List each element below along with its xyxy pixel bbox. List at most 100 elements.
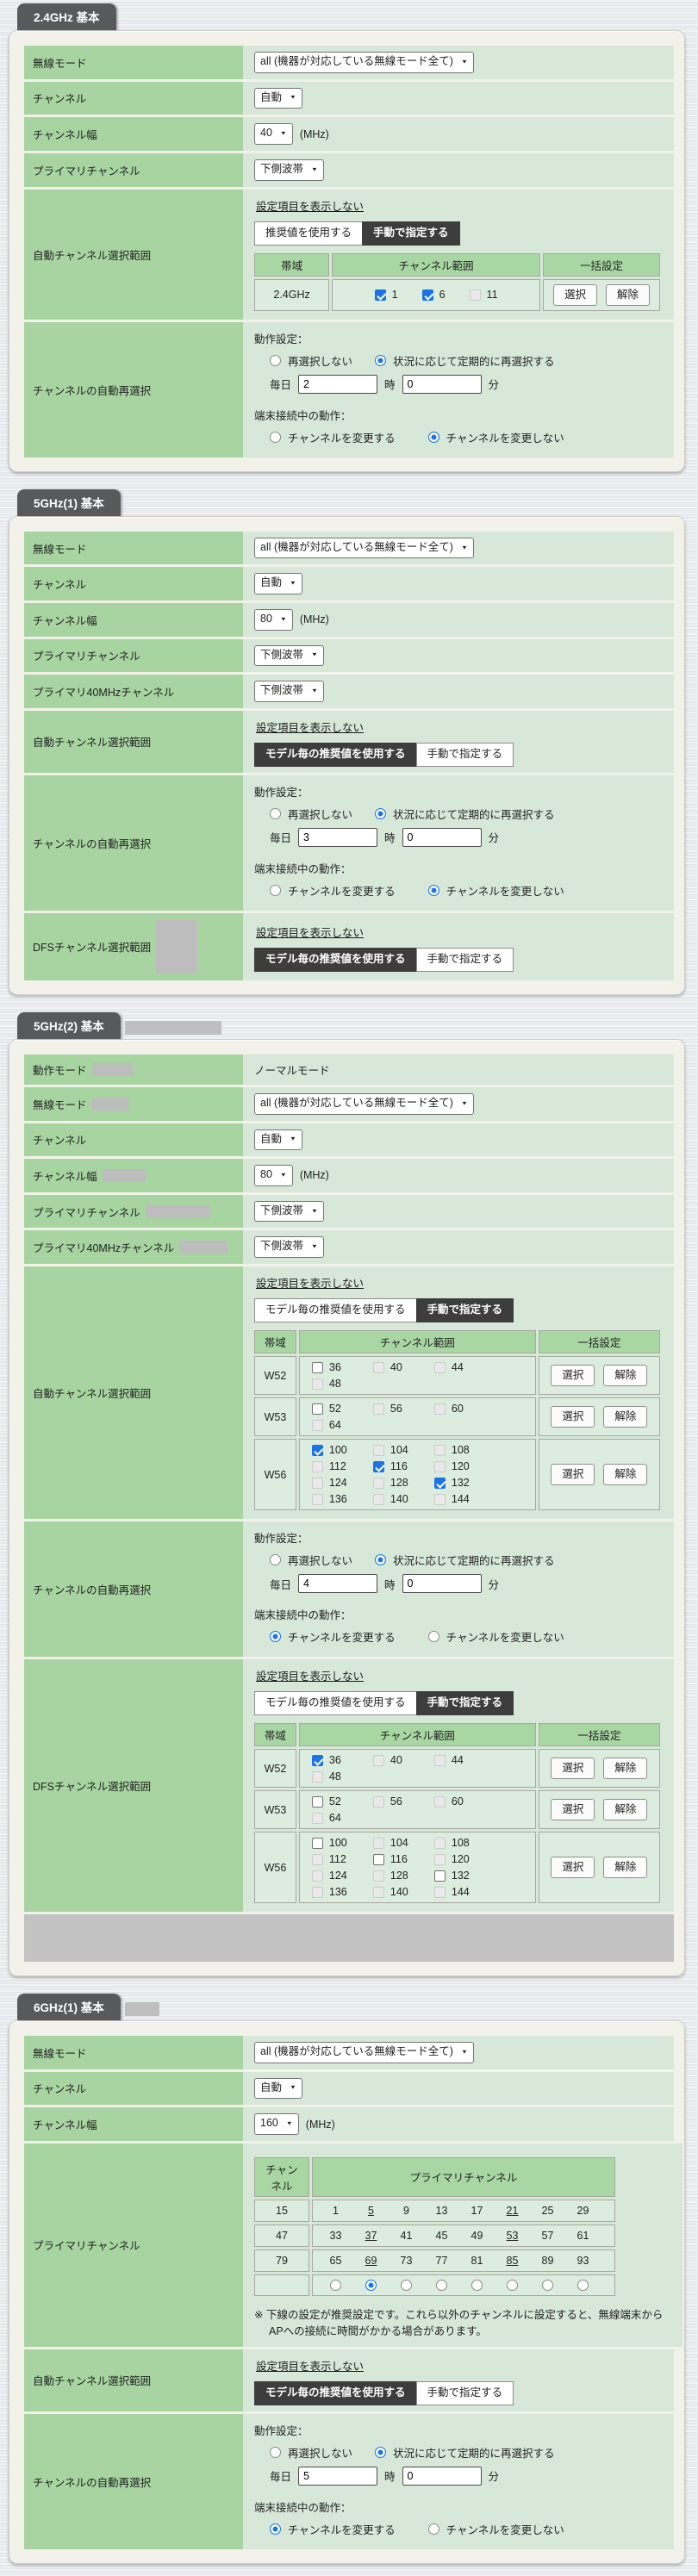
channel-select[interactable]: 自動 ▼	[254, 87, 302, 109]
keep-channel-radio[interactable]	[427, 1631, 439, 1642]
channel-checkbox[interactable]	[372, 1754, 384, 1766]
clear-all-button[interactable]: 解除	[603, 1798, 648, 1821]
periodic-reselect-radio[interactable]	[375, 2446, 387, 2458]
channel-checkbox[interactable]	[372, 1493, 384, 1505]
channel-checkbox[interactable]	[311, 1378, 323, 1390]
channel-checkbox[interactable]	[433, 1493, 446, 1505]
channel-checkbox[interactable]	[311, 1493, 323, 1505]
channel-checkbox[interactable]	[372, 1477, 384, 1489]
primary-channel-select[interactable]: 下側波帯 ▼	[254, 644, 324, 667]
channel-checkbox[interactable]	[311, 1460, 323, 1472]
primary-40mhz-channel-select[interactable]: 下側波帯 ▼	[254, 1236, 324, 1258]
channel-checkbox[interactable]	[433, 1795, 446, 1808]
change-channel-radio[interactable]	[270, 431, 281, 443]
use-recommended-button[interactable]: モデル毎の推奨値を使用する	[254, 2380, 417, 2405]
primary-channel-radio[interactable]	[577, 2279, 589, 2291]
manual-specify-button[interactable]: 手動で指定する	[415, 2380, 514, 2405]
keep-channel-radio[interactable]	[427, 2523, 439, 2535]
channel-checkbox[interactable]	[311, 1770, 323, 1783]
channel-checkbox[interactable]	[433, 1853, 446, 1865]
channel-checkbox[interactable]	[372, 1403, 384, 1415]
channel-checkbox[interactable]	[433, 1754, 446, 1766]
periodic-reselect-radio[interactable]	[375, 354, 387, 366]
channel-width-select[interactable]: 80 ▼	[254, 1165, 293, 1186]
use-recommended-button[interactable]: モデル毎の推奨値を使用する	[254, 742, 417, 767]
channel-checkbox[interactable]	[311, 1812, 323, 1824]
hour-input[interactable]	[298, 2466, 378, 2486]
manual-specify-button[interactable]: 手動で指定する	[415, 947, 514, 972]
wireless-mode-select[interactable]: all (機器が対応している無線モード全て) ▼	[254, 537, 474, 559]
channel-checkbox[interactable]	[433, 1837, 446, 1849]
hide-settings-link[interactable]: 設定項目を表示しない	[256, 2357, 364, 2374]
hide-settings-link[interactable]: 設定項目を表示しない	[256, 924, 364, 940]
channel-checkbox[interactable]	[311, 1477, 323, 1489]
channel-checkbox[interactable]	[311, 1853, 323, 1865]
primary-channel-radio[interactable]	[542, 2279, 553, 2291]
channel-checkbox[interactable]	[372, 1870, 384, 1882]
clear-all-button[interactable]: 解除	[603, 1757, 648, 1780]
manual-specify-button[interactable]: 手動で指定する	[415, 1298, 514, 1322]
channel-checkbox[interactable]	[372, 1886, 384, 1898]
channel-checkbox[interactable]	[311, 1419, 323, 1431]
minute-input[interactable]	[402, 374, 482, 394]
channel-checkbox[interactable]	[433, 1477, 446, 1489]
manual-specify-button[interactable]: 手動で指定する	[415, 742, 514, 767]
hide-settings-link[interactable]: 設定項目を表示しない	[256, 1274, 364, 1291]
channel-checkbox[interactable]	[311, 1886, 323, 1898]
use-recommended-button[interactable]: 推奨値を使用する	[254, 221, 364, 246]
channel-checkbox[interactable]	[433, 1870, 446, 1882]
channel-width-select[interactable]: 40 ▼	[254, 123, 293, 145]
channel-select[interactable]: 自動 ▼	[254, 1129, 302, 1151]
hour-input[interactable]	[298, 827, 378, 847]
keep-channel-radio[interactable]	[427, 431, 439, 443]
clear-all-button[interactable]: 解除	[603, 1463, 648, 1486]
no-reselect-radio[interactable]	[270, 354, 281, 366]
primary-channel-select[interactable]: 下側波帯 ▼	[254, 1200, 324, 1223]
channel-checkbox[interactable]	[372, 1837, 384, 1849]
channel-checkbox[interactable]	[311, 1444, 323, 1456]
manual-specify-button[interactable]: 手動で指定する	[415, 1691, 514, 1715]
channel-checkbox[interactable]	[372, 1853, 384, 1865]
channel-width-select[interactable]: 80 ▼	[254, 609, 293, 631]
no-reselect-radio[interactable]	[270, 1554, 281, 1565]
channel-checkbox[interactable]	[372, 1361, 384, 1373]
primary-channel-select[interactable]: 下側波帯 ▼	[254, 159, 324, 181]
channel-checkbox[interactable]	[421, 289, 433, 301]
clear-all-button[interactable]: 解除	[603, 1364, 648, 1387]
no-reselect-radio[interactable]	[270, 2446, 281, 2458]
change-channel-radio[interactable]	[270, 884, 281, 896]
periodic-reselect-radio[interactable]	[375, 807, 387, 819]
channel-checkbox[interactable]	[372, 1795, 384, 1808]
minute-input[interactable]	[402, 2466, 482, 2486]
channel-checkbox[interactable]	[433, 1886, 446, 1898]
select-all-button[interactable]: 選択	[551, 1757, 595, 1780]
manual-specify-button[interactable]: 手動で指定する	[362, 221, 460, 246]
change-channel-radio[interactable]	[270, 1631, 281, 1642]
primary-channel-radio[interactable]	[365, 2279, 377, 2291]
channel-checkbox[interactable]	[433, 1361, 446, 1373]
primary-channel-radio[interactable]	[401, 2279, 412, 2291]
hour-input[interactable]	[298, 374, 378, 394]
channel-select[interactable]: 自動 ▼	[254, 2077, 302, 2100]
primary-channel-radio[interactable]	[471, 2279, 483, 2291]
keep-channel-radio[interactable]	[427, 884, 439, 896]
channel-width-select[interactable]: 160 ▼	[254, 2113, 299, 2135]
wireless-mode-select[interactable]: all (機器が対応している無線モード全て) ▼	[254, 1092, 474, 1115]
no-reselect-radio[interactable]	[270, 807, 281, 819]
channel-checkbox[interactable]	[469, 289, 481, 301]
hide-settings-link[interactable]: 設定項目を表示しない	[256, 197, 364, 214]
channel-checkbox[interactable]	[311, 1870, 323, 1882]
select-all-button[interactable]: 選択	[551, 1856, 595, 1879]
channel-checkbox[interactable]	[311, 1403, 323, 1415]
clear-all-button[interactable]: 解除	[603, 1856, 648, 1879]
channel-checkbox[interactable]	[372, 1460, 384, 1472]
channel-checkbox[interactable]	[433, 1460, 446, 1472]
select-all-button[interactable]: 選択	[553, 283, 598, 306]
use-recommended-button[interactable]: モデル毎の推奨値を使用する	[254, 947, 417, 972]
channel-checkbox[interactable]	[311, 1795, 323, 1808]
select-all-button[interactable]: 選択	[551, 1405, 595, 1428]
channel-checkbox[interactable]	[311, 1361, 323, 1373]
periodic-reselect-radio[interactable]	[375, 1554, 387, 1565]
channel-select[interactable]: 自動 ▼	[254, 573, 302, 594]
channel-checkbox[interactable]	[311, 1837, 323, 1849]
